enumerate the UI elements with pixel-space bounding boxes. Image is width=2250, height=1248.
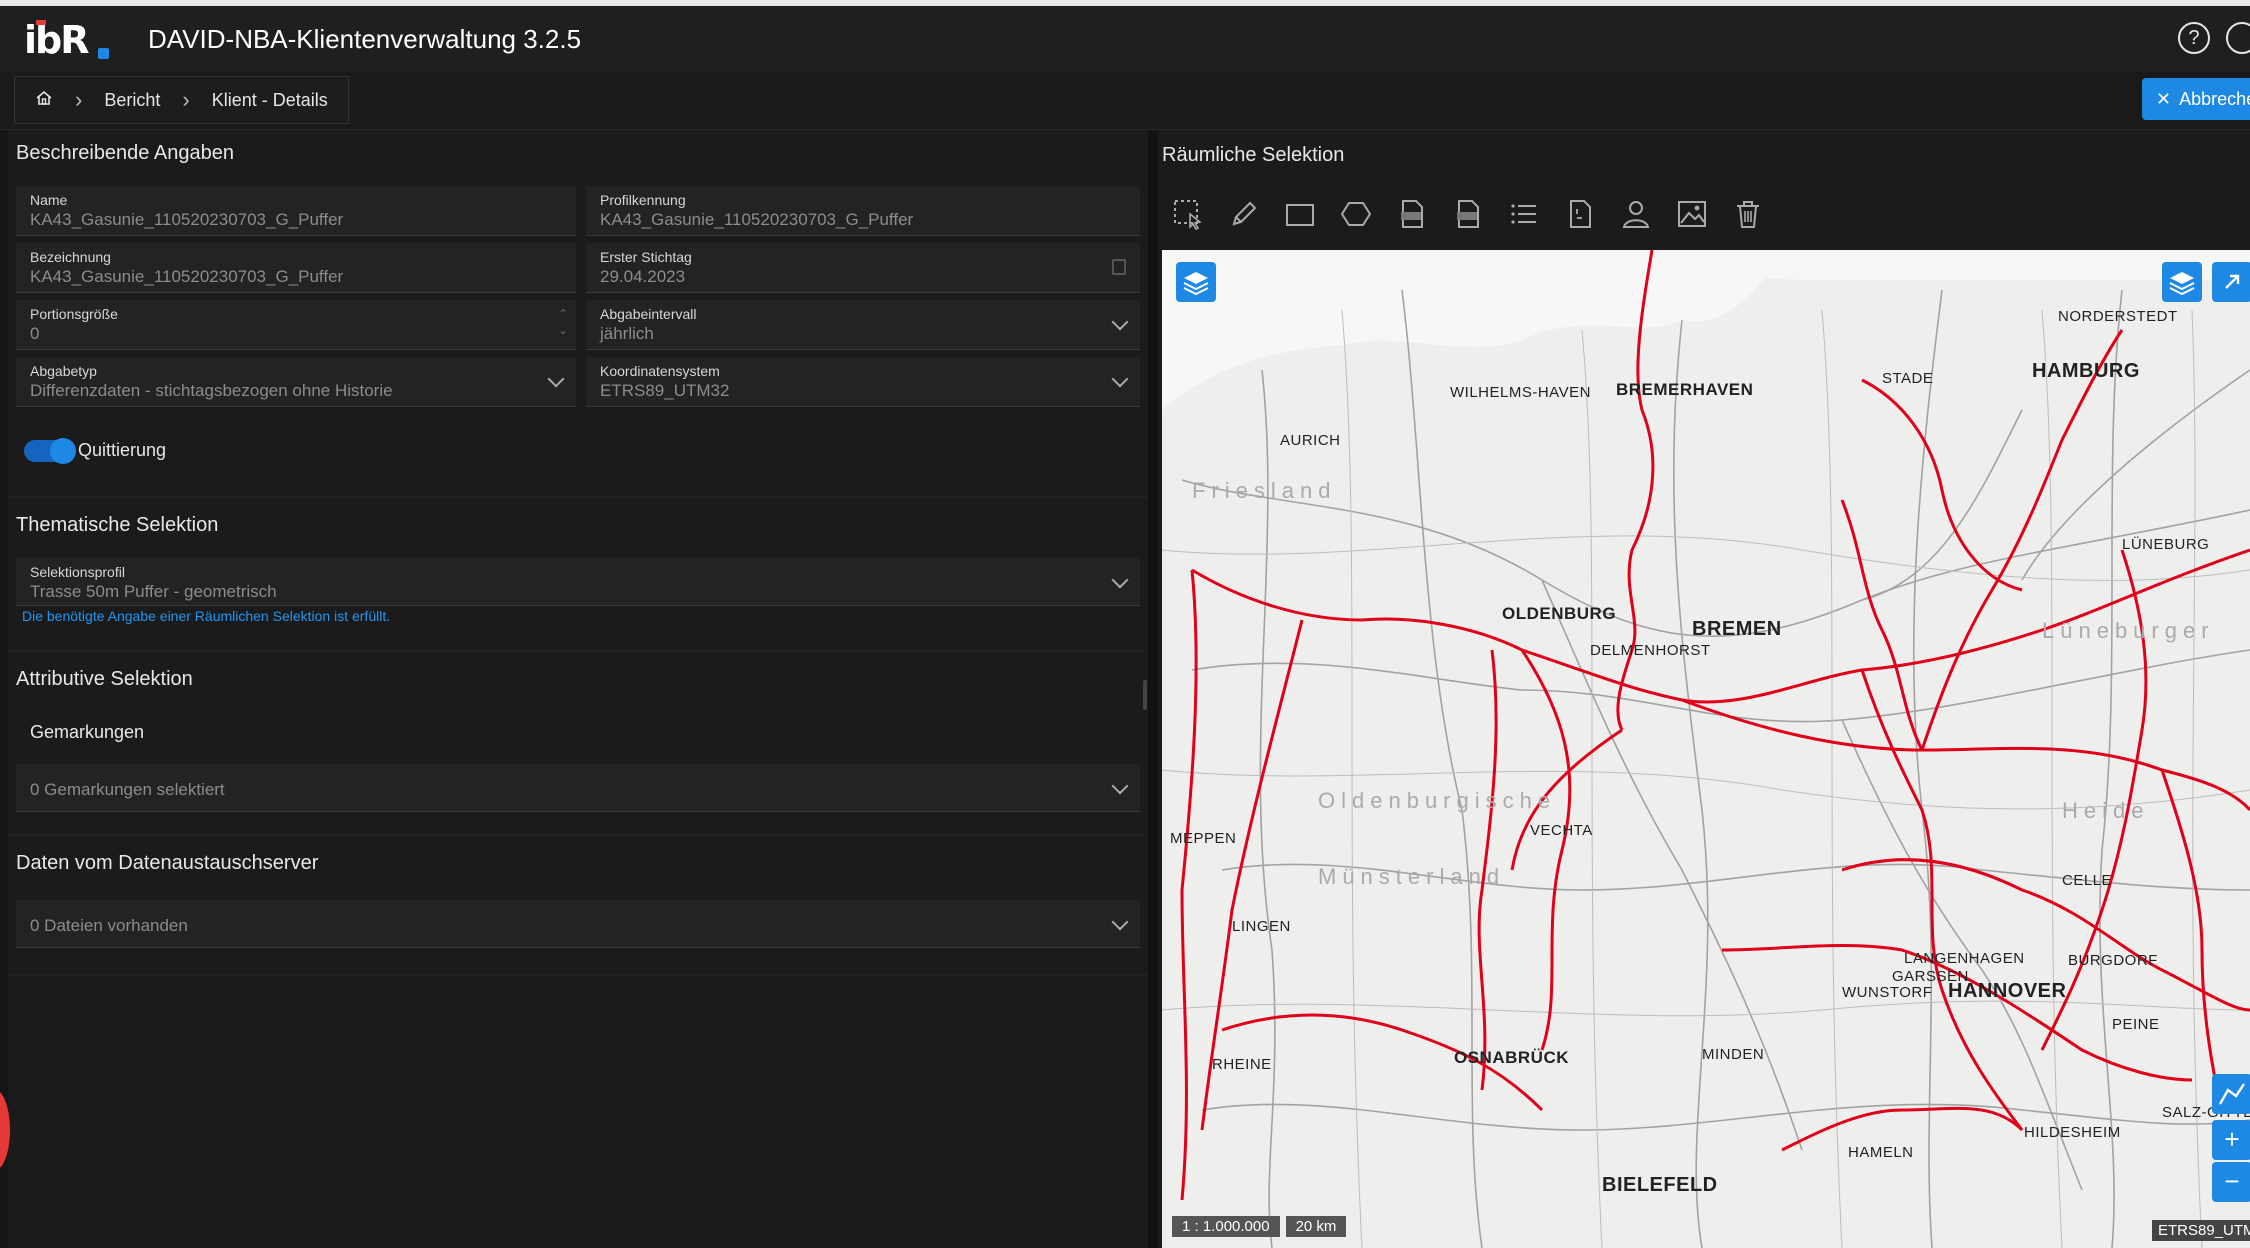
user-icon[interactable] [2226,22,2250,54]
section-title-thematisch: Thematische Selektion [16,514,219,536]
map-view[interactable]: HAMBURG BREMERHAVEN BREMEN OLDENBURG DEL… [1162,250,2250,1248]
layers-icon[interactable] [1176,262,1216,302]
map-label-hildesheim: HILDESHEIM [2024,1124,2121,1141]
map-label-osnabrueck: OSNABRÜCK [1454,1048,1569,1067]
map-label-minden: MINDEN [1702,1046,1765,1063]
image-icon[interactable] [1674,196,1710,232]
pencil-icon[interactable] [1226,196,1262,232]
map-label-bielefeld: BIELEFELD [1602,1174,1718,1196]
breadcrumb: › Bericht › Klient - Details [14,76,349,124]
client-details-form: Beschreibende Angaben Name KA43_Gasunie_… [8,130,1148,1248]
erster-stichtag-field[interactable]: Erster Stichtag 29.04.2023 [586,243,1140,293]
map-label-delmenhorst: DELMENHORST [1590,642,1711,659]
bezeichnung-field[interactable]: Bezeichnung KA43_Gasunie_110520230703_G_… [16,243,576,293]
map-label-norderstedt: NORDERSTEDT [2058,308,2178,325]
map-region-heide: Heide [2062,798,2150,823]
map-label-stade: STADE [1882,370,1934,387]
person-icon[interactable] [1618,196,1654,232]
map-region-lueneburger: Lüneburger [2042,618,2215,643]
map-label-langenhagen: LANGENHAGEN [1904,950,2025,967]
gemarkungen-select[interactable]: 0 Gemarkungen selektiert [16,764,1140,812]
map-scale: 1 : 1.000.000 20 km [1172,1216,1347,1237]
shp-file-icon[interactable] [1394,196,1430,232]
cancel-button[interactable]: ✕ Abbreche [2142,78,2250,120]
list-icon[interactable] [1506,196,1542,232]
section-title-datenserver: Daten vom Datenaustauschserver [16,852,319,874]
selektionsprofil-select[interactable]: Selektionsprofil Trasse 50m Puffer - geo… [16,558,1140,606]
map-srs-label: ETRS89_UTM3 [2152,1220,2250,1241]
resize-handle[interactable] [1143,680,1147,710]
chevron-right-icon: › [182,87,190,112]
map-region-friesland: Friesland [1192,478,1337,503]
panel-divider[interactable] [1148,130,1158,1248]
layers-icon[interactable] [2162,262,2202,302]
map-label-rheine: RHEINE [1212,1056,1272,1073]
scale-ratio: 1 : 1.000.000 [1172,1216,1280,1237]
map-label-bremen: BREMEN [1692,618,1782,640]
map-label-wunstorf: WUNSTORF [1842,984,1933,1001]
rectangle-icon[interactable] [1282,196,1318,232]
breadcrumb-bar: › Bericht › Klient - Details ✕ Abbreche [0,72,2250,130]
quittierung-label: Quittierung [78,440,167,460]
help-icon[interactable]: ? [2178,22,2210,54]
map-label-wilhelmshaven: WILHELMS-HAVEN [1450,384,1591,401]
map-label-hameln: HAMELN [1848,1144,1914,1161]
map-toolbar [1170,196,1766,240]
home-icon[interactable] [35,89,53,112]
section-title-raeumlich: Räumliche Selektion [1162,144,1345,166]
name-field[interactable]: Name KA43_Gasunie_110520230703_G_Puffer [16,186,576,236]
breadcrumb-item-bericht[interactable]: Bericht [104,90,160,111]
scale-bar: 20 km [1285,1216,1347,1237]
zoom-out-icon[interactable]: − [2212,1162,2250,1202]
numbered-file-icon[interactable] [1562,196,1598,232]
map-region-muensterland: Münsterland [1318,864,1506,889]
zoom-in-icon[interactable]: + [2212,1120,2250,1160]
abgabetyp-select[interactable]: Abgabetyp Differenzdaten - stichtagsbezo… [16,357,576,407]
koordinatensystem-select[interactable]: Koordinatensystem ETRS89_UTM32 [586,357,1140,407]
gemarkungen-label: Gemarkungen [30,722,145,742]
app-header: ibR DAVID-NBA-Klientenverwaltung 3.2.5 ? [0,0,2250,72]
dateien-select[interactable]: 0 Dateien vorhanden [16,900,1140,948]
calendar-icon[interactable] [1112,259,1126,275]
map-label-lingen: LINGEN [1232,918,1291,935]
map-label-meppen: MEPPEN [1170,830,1237,847]
ibr-logo: ibR [24,18,110,64]
dxf-file-icon[interactable] [1450,196,1486,232]
map-label-lueneburg: LÜNEBURG [2122,536,2210,553]
map-label-bremerhaven: BREMERHAVEN [1616,380,1754,399]
expand-icon[interactable] [2212,262,2250,302]
profilkennung-field[interactable]: Profilkennung KA43_Gasunie_110520230703_… [586,186,1140,236]
map-label-peine: PEINE [2112,1016,2160,1033]
stepper-icon[interactable]: ⌃ ⌄ [558,306,568,338]
polygon-icon[interactable] [1338,196,1374,232]
measure-icon[interactable] [2212,1074,2250,1114]
spatial-selection-panel: Räumliche Selektion HAMBURG BREMERHAVEN … [1158,130,2250,1248]
portionsgroesse-field[interactable]: Portionsgröße 0 ⌃ ⌄ [16,300,576,350]
section-title-attributiv: Attributive Selektion [16,668,193,690]
abgabeintervall-select[interactable]: Abgabeintervall jährlich [586,300,1140,350]
app-title: DAVID-NBA-Klientenverwaltung 3.2.5 [148,24,582,54]
map-label-celle: CELLE [2062,872,2113,889]
trash-icon[interactable] [1730,196,1766,232]
map-label-vechta: VECHTA [1530,822,1593,839]
select-area-icon[interactable] [1170,196,1206,232]
map-label-garssen: GARSSEN [1892,968,1969,985]
chevron-right-icon: › [75,87,83,112]
close-icon: ✕ [2156,88,2172,109]
breadcrumb-item-klient-details[interactable]: Klient - Details [212,90,328,111]
map-label-oldenburg: OLDENBURG [1502,604,1617,623]
section-title-beschreibend: Beschreibende Angaben [16,142,234,164]
map-label-hamburg: HAMBURG [2032,360,2140,382]
map-label-aurich: AURICH [1280,432,1341,449]
quittierung-toggle[interactable] [24,438,76,464]
map-region-oldenburgische: Oldenburgische [1318,788,1557,813]
selection-hint: Die benötigte Angabe einer Räumlichen Se… [22,608,391,624]
map-label-burgdorf: BURGDORF [2068,952,2158,969]
